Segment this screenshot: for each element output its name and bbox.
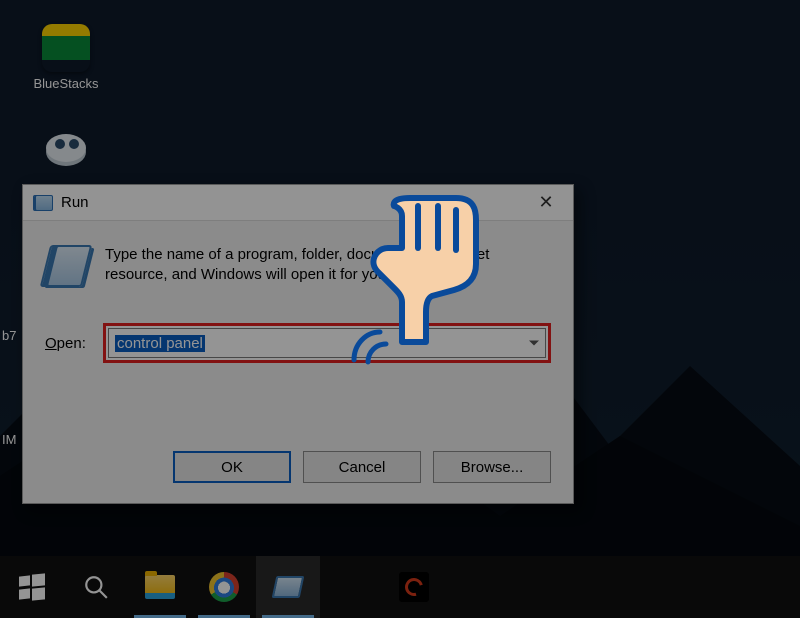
search-icon [81, 572, 111, 602]
truncated-label-im: IM [2, 432, 16, 447]
taskbar-chrome[interactable] [192, 556, 256, 618]
start-button[interactable] [0, 556, 64, 618]
app-icon [42, 122, 90, 170]
taskbar [0, 556, 800, 618]
desktop-icon-bluestacks[interactable]: BlueStacks [24, 24, 108, 91]
browse-button[interactable]: Browse... [433, 451, 551, 483]
file-explorer-icon [145, 575, 175, 599]
titlebar[interactable]: Run ✕ [23, 185, 573, 221]
run-dialog: Run ✕ Type the name of a program, folder… [22, 184, 574, 504]
open-combobox[interactable]: control panel [108, 328, 546, 358]
taskbar-garena[interactable] [382, 556, 446, 618]
run-icon [272, 576, 305, 598]
close-icon: ✕ [538, 192, 553, 213]
desktop-icon-unknown[interactable] [24, 122, 108, 174]
run-program-icon [40, 245, 92, 287]
taskbar-search[interactable] [64, 556, 128, 618]
cancel-button[interactable]: Cancel [303, 451, 421, 483]
desktop-icon-label: BlueStacks [24, 76, 108, 91]
windows-logo-icon [19, 574, 45, 600]
open-field-highlight: control panel [103, 323, 551, 363]
run-titlebar-icon [33, 195, 53, 211]
window-title: Run [61, 194, 523, 211]
taskbar-run[interactable] [256, 556, 320, 618]
close-button[interactable]: ✕ [523, 188, 569, 218]
garena-icon [399, 572, 429, 602]
truncated-label-b7: b7 [2, 328, 16, 343]
open-label: Open: [45, 335, 103, 352]
bluestacks-icon [42, 24, 90, 72]
taskbar-file-explorer[interactable] [128, 556, 192, 618]
open-input-value: control panel [115, 335, 205, 352]
chrome-icon [209, 572, 239, 602]
run-description: Type the name of a program, folder, docu… [105, 245, 551, 287]
chevron-down-icon[interactable] [529, 341, 539, 346]
ok-button[interactable]: OK [173, 451, 291, 483]
